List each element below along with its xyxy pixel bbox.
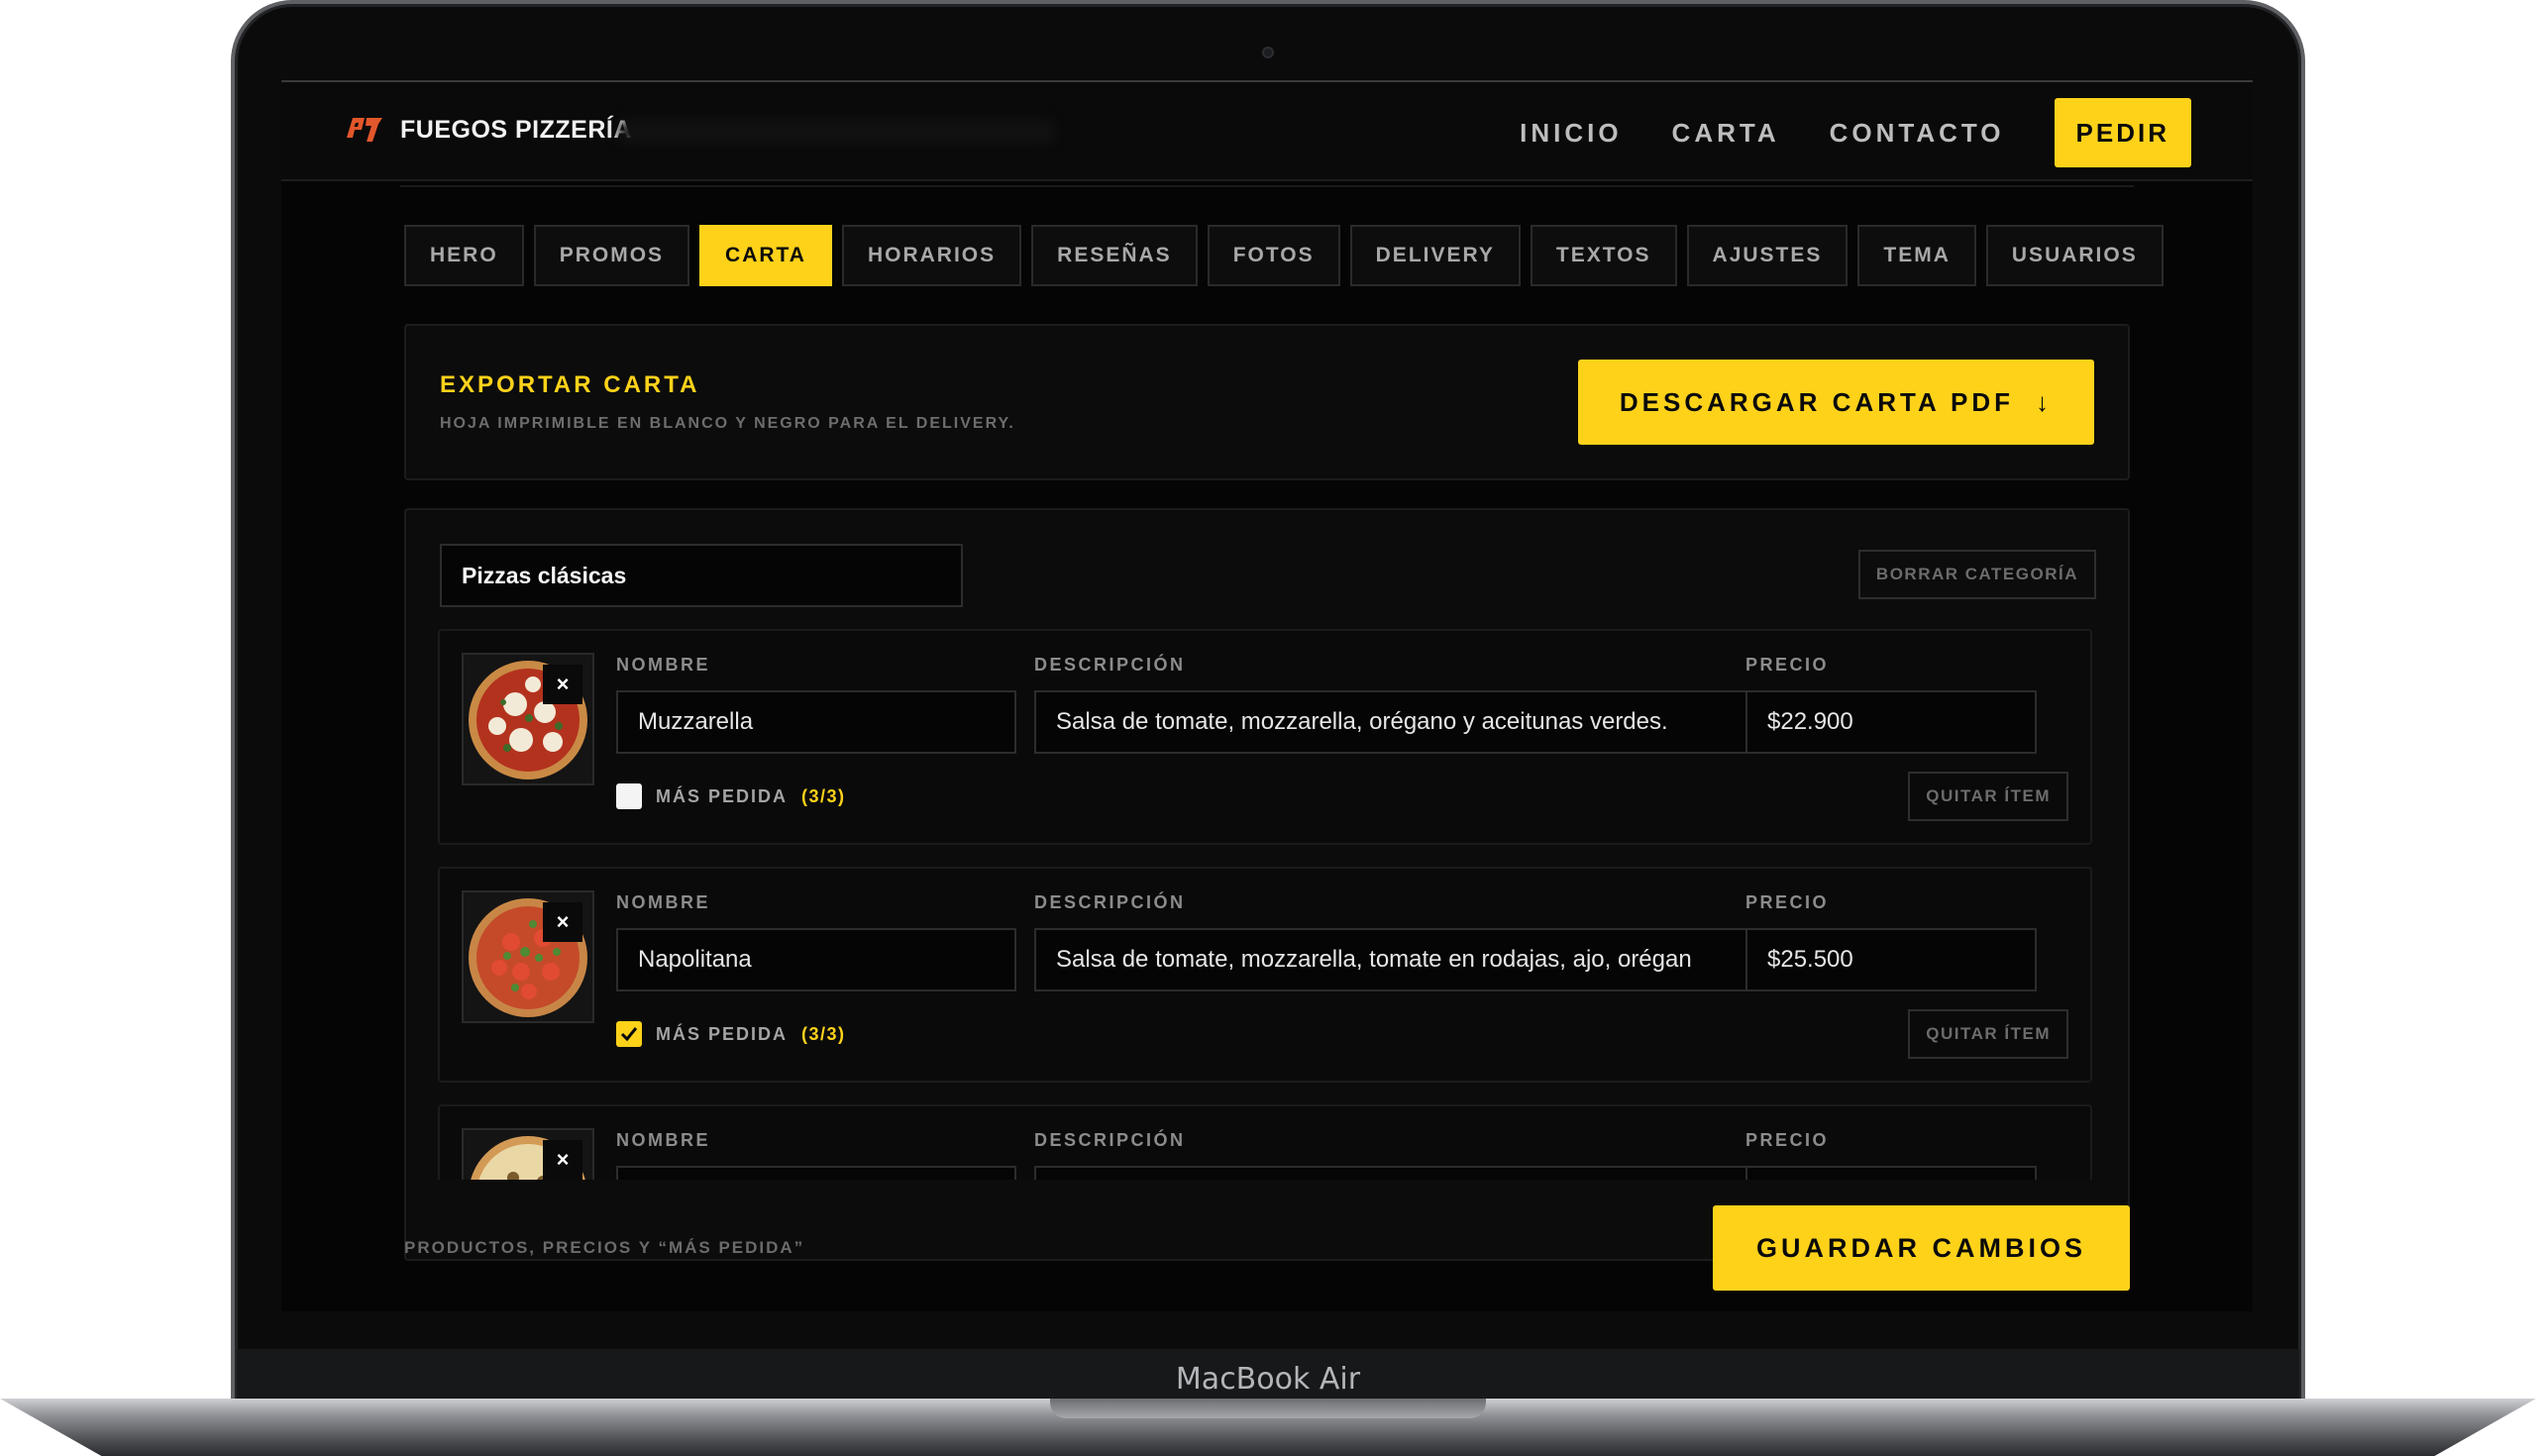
divider <box>400 181 2134 187</box>
menu-item: × NOMBRE DESCRIPCIÓN PRECIO <box>438 1104 2092 1180</box>
description-label: DESCRIPCIÓN <box>1034 892 1186 912</box>
tab-delivery[interactable]: DELIVERY <box>1349 225 1521 286</box>
checkmark-icon <box>620 1027 638 1042</box>
name-input[interactable]: Muzzarella <box>616 690 1016 754</box>
nav-links: INICIO CARTA CONTACTO PEDIR <box>1520 98 2191 167</box>
tab-hero[interactable]: HERO <box>404 225 524 286</box>
price-input[interactable]: $25.500 <box>1745 928 2037 991</box>
logo-icon <box>347 118 382 142</box>
price-label: PRECIO <box>1745 1130 1830 1150</box>
name-label: NOMBRE <box>616 1130 710 1150</box>
tab-usuarios[interactable]: USUARIOS <box>1985 225 2164 286</box>
delete-category-button[interactable]: BORRAR CATEGORÍA <box>1857 550 2096 599</box>
order-button[interactable]: PEDIR <box>2054 98 2191 167</box>
tab-tema[interactable]: TEMA <box>1857 225 1976 286</box>
price-label: PRECIO <box>1745 655 1830 675</box>
tab-promos[interactable]: PROMOS <box>533 225 690 286</box>
admin-tabs: HERO PROMOS CARTA HORARIOS RESEÑAS FOTOS… <box>404 225 2164 286</box>
description-input[interactable] <box>1034 1166 1761 1180</box>
best-seller-toggle[interactable]: MÁS PEDIDA (3/3) <box>616 1021 846 1047</box>
remove-item-button[interactable]: QUITAR ÍTEM <box>1908 772 2068 821</box>
category-scroll-area[interactable]: Pizzas clásicas BORRAR CATEGORÍA × NOMBR… <box>404 508 2130 1180</box>
tab-resenas[interactable]: RESEÑAS <box>1031 225 1198 286</box>
tab-ajustes[interactable]: AJUSTES <box>1686 225 1849 286</box>
remove-item-button[interactable]: QUITAR ÍTEM <box>1908 1009 2068 1059</box>
category-name-input[interactable]: Pizzas clásicas <box>440 544 963 607</box>
best-seller-label: MÁS PEDIDA <box>656 785 789 806</box>
tab-horarios[interactable]: HORARIOS <box>841 225 1022 286</box>
name-input[interactable] <box>616 1166 1016 1180</box>
camera-icon <box>1262 47 1274 58</box>
save-changes-button[interactable]: GUARDAR CAMBIOS <box>1713 1205 2130 1291</box>
description-label: DESCRIPCIÓN <box>1034 1130 1186 1150</box>
nav-link-contacto[interactable]: CONTACTO <box>1830 118 2005 149</box>
tab-fotos[interactable]: FOTOS <box>1207 225 1340 286</box>
remove-image-icon[interactable]: × <box>543 902 582 942</box>
name-input[interactable]: Napolitana <box>616 928 1016 991</box>
remove-image-icon[interactable]: × <box>543 665 582 704</box>
menu-item: × NOMBRE DESCRIPCIÓN PRECIO Muzzarella S… <box>438 629 2092 845</box>
price-input[interactable] <box>1745 1166 2037 1180</box>
tab-carta[interactable]: CARTA <box>699 225 832 286</box>
remove-image-icon[interactable]: × <box>543 1140 582 1180</box>
best-seller-count: (3/3) <box>801 1023 846 1044</box>
download-pdf-label: DESCARGAR CARTA PDF <box>1619 386 2014 417</box>
name-label: NOMBRE <box>616 892 710 912</box>
nav-link-carta[interactable]: CARTA <box>1672 118 1780 149</box>
menu-item: × NOMBRE DESCRIPCIÓN PRECIO Napolitana S… <box>438 867 2092 1083</box>
description-label: DESCRIPCIÓN <box>1034 655 1186 675</box>
screen: FUEGOS PIZZERÍA INICIO CARTA CONTACTO PE… <box>281 80 2253 1311</box>
item-image[interactable]: × <box>462 1128 594 1180</box>
best-seller-count: (3/3) <box>801 785 846 806</box>
blurred-text <box>618 120 1054 144</box>
top-nav: FUEGOS PIZZERÍA INICIO CARTA CONTACTO PE… <box>281 82 2253 181</box>
arrow-down-icon: ↓ <box>2036 386 2053 417</box>
footer-note: PRODUCTOS, PRECIOS Y “MÁS PEDIDA” <box>404 1238 805 1257</box>
brand-name: FUEGOS PIZZERÍA <box>400 115 632 144</box>
price-label: PRECIO <box>1745 892 1830 912</box>
best-seller-toggle[interactable]: MÁS PEDIDA (3/3) <box>616 783 846 809</box>
best-seller-label: MÁS PEDIDA <box>656 1023 789 1044</box>
tab-textos[interactable]: TEXTOS <box>1530 225 1677 286</box>
brand[interactable]: FUEGOS PIZZERÍA <box>345 114 632 146</box>
laptop-notch <box>1050 1399 1486 1418</box>
nav-link-inicio[interactable]: INICIO <box>1520 118 1622 149</box>
export-subtitle: HOJA IMPRIMIBLE EN BLANCO Y NEGRO PARA E… <box>440 415 1015 432</box>
description-input[interactable]: Salsa de tomate, mozzarella, orégano y a… <box>1034 690 1761 754</box>
best-seller-checkbox[interactable] <box>616 1021 642 1047</box>
best-seller-checkbox[interactable] <box>616 783 642 809</box>
price-input[interactable]: $22.900 <box>1745 690 2037 754</box>
name-label: NOMBRE <box>616 655 710 675</box>
export-title: EXPORTAR CARTA <box>440 371 700 398</box>
item-image[interactable]: × <box>462 890 594 1023</box>
download-pdf-button[interactable]: DESCARGAR CARTA PDF ↓ <box>1577 360 2094 445</box>
item-image[interactable]: × <box>462 653 594 785</box>
description-input[interactable]: Salsa de tomate, mozzarella, tomate en r… <box>1034 928 1761 991</box>
export-card: EXPORTAR CARTA HOJA IMPRIMIBLE EN BLANCO… <box>404 324 2130 480</box>
